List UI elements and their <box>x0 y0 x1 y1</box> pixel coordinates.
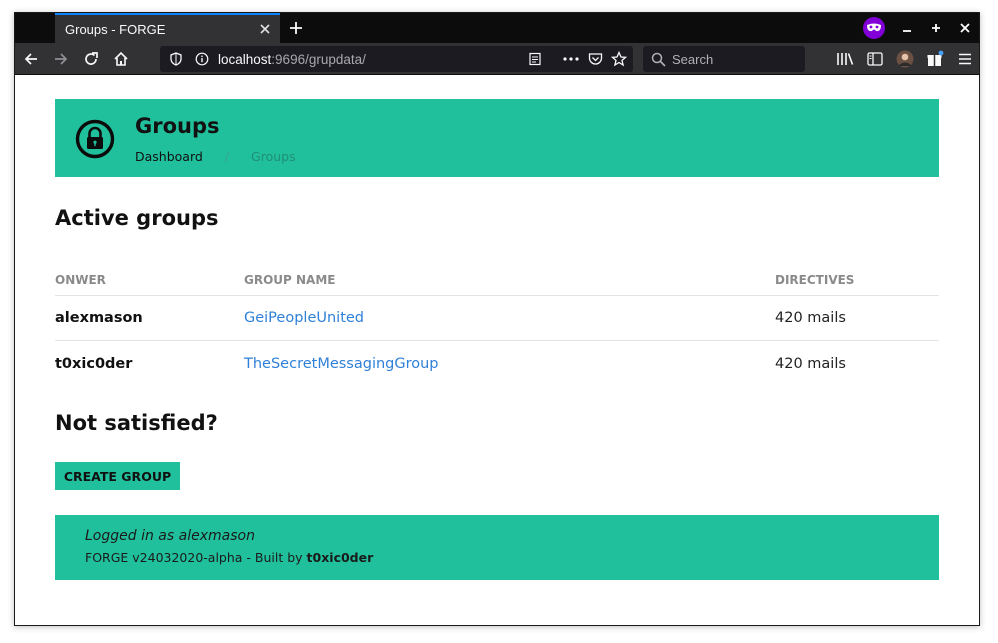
table-row: alexmason GeiPeopleUnited 420 mails <box>55 296 939 341</box>
close-tab-icon[interactable] <box>254 18 276 40</box>
minimize-icon[interactable] <box>895 17 919 39</box>
groups-table: ONWER GROUP NAME DIRECTIVES alexmason Ge… <box>55 264 939 386</box>
page-header: Groups Dashboard / Groups <box>55 99 939 177</box>
extensions-gift-icon[interactable] <box>923 47 947 71</box>
table-header: ONWER GROUP NAME DIRECTIVES <box>55 264 939 296</box>
directives-cell: 420 mails <box>775 310 846 326</box>
bookmark-star-icon[interactable] <box>609 49 629 69</box>
lock-icon <box>75 119 115 159</box>
home-icon[interactable] <box>109 47 133 71</box>
page-footer: Logged in as alexmason FORGE v24032020-a… <box>55 515 939 580</box>
reload-icon[interactable] <box>79 47 103 71</box>
breadcrumb-separator: / <box>224 149 230 164</box>
account-avatar[interactable] <box>893 47 917 71</box>
page-actions-icon[interactable] <box>561 49 581 69</box>
tab-title: Groups - FORGE <box>65 21 166 37</box>
library-icon[interactable] <box>833 47 857 71</box>
column-owner: ONWER <box>55 272 106 287</box>
build-author: t0xic0der <box>306 550 374 565</box>
tab-strip: Groups - FORGE <box>15 13 979 43</box>
browser-window: Groups - FORGE localhost:9696/grupdata/… <box>14 12 980 626</box>
url-host: localhost <box>218 51 272 67</box>
column-group-name: GROUP NAME <box>244 272 336 287</box>
close-window-icon[interactable] <box>953 17 977 39</box>
breadcrumb-current: Groups <box>251 149 296 164</box>
page-content: Groups Dashboard / Groups Active groups … <box>15 76 979 625</box>
search-placeholder: Search <box>672 51 714 67</box>
group-link[interactable]: TheSecretMessagingGroup <box>244 356 439 372</box>
breadcrumb-dashboard[interactable]: Dashboard <box>135 149 203 164</box>
page-title: Groups <box>135 114 220 138</box>
address-bar[interactable]: localhost:9696/grupdata/ <box>160 46 633 72</box>
not-satisfied-heading: Not satisfied? <box>55 411 218 435</box>
tab-groups[interactable]: Groups - FORGE <box>55 13 280 43</box>
owner-cell: alexmason <box>55 310 143 326</box>
directives-cell: 420 mails <box>775 355 846 372</box>
column-directives: DIRECTIVES <box>775 272 855 287</box>
forward-arrow-icon[interactable] <box>49 47 73 71</box>
info-icon[interactable] <box>192 49 212 69</box>
back-arrow-icon[interactable] <box>19 47 43 71</box>
private-browsing-icon <box>863 17 885 39</box>
url-path: :9696/grupdata/ <box>271 51 366 67</box>
table-row: t0xic0der TheSecretMessagingGroup 420 ma… <box>55 341 939 386</box>
logged-in-text: Logged in as alexmason <box>85 528 255 544</box>
build-info: FORGE v24032020-alpha - Built by t0xic0d… <box>85 550 939 565</box>
shield-icon[interactable] <box>166 49 186 69</box>
build-version: FORGE v24032020-alpha - Built by <box>85 550 307 565</box>
reader-view-icon[interactable] <box>525 49 545 69</box>
search-icon <box>651 52 666 67</box>
active-groups-heading: Active groups <box>55 206 219 230</box>
new-tab-icon[interactable] <box>285 17 307 39</box>
pocket-icon[interactable] <box>585 49 605 69</box>
maximize-icon[interactable] <box>924 17 948 39</box>
search-input[interactable]: Search <box>643 46 805 72</box>
group-link[interactable]: GeiPeopleUnited <box>244 310 364 326</box>
sidebar-icon[interactable] <box>863 47 887 71</box>
navigation-toolbar: localhost:9696/grupdata/ Search <box>15 43 979 75</box>
owner-cell: t0xic0der <box>55 355 133 372</box>
menu-icon[interactable] <box>953 47 977 71</box>
create-group-button[interactable]: CREATE GROUP <box>55 462 180 490</box>
breadcrumb: Dashboard / Groups <box>135 149 296 164</box>
